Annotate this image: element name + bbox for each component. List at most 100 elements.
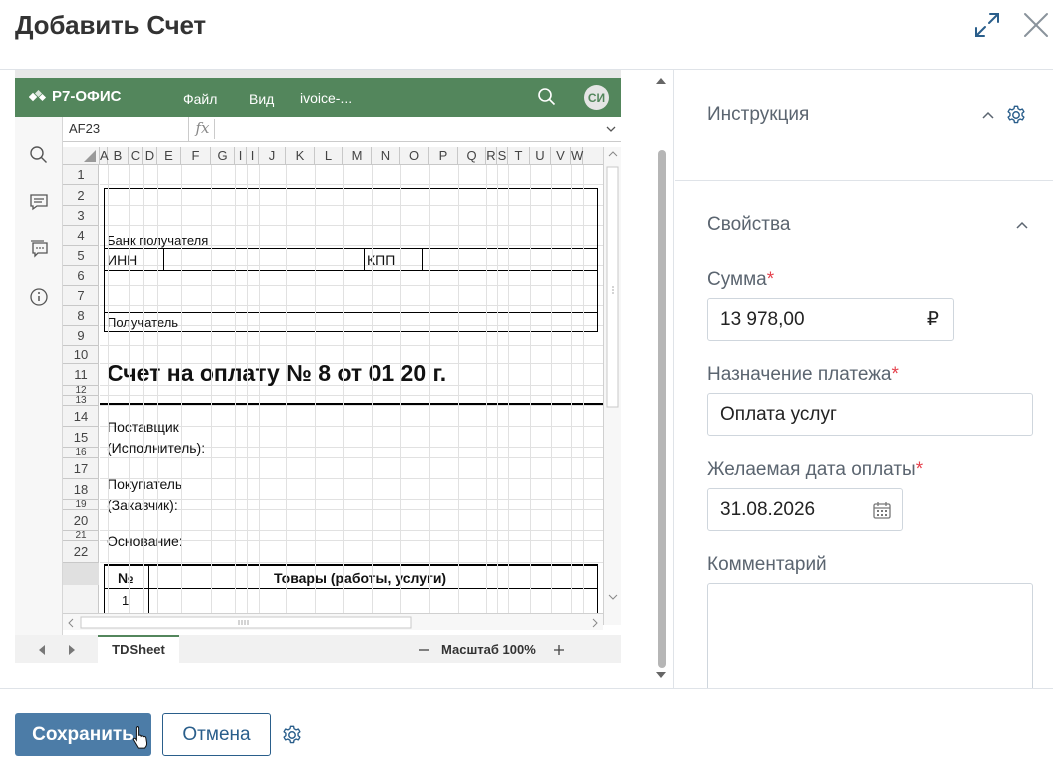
gear-icon[interactable]	[1005, 104, 1027, 126]
row-header[interactable]: 21	[63, 531, 99, 541]
row-header[interactable]: 3	[63, 206, 99, 226]
tab-next-icon[interactable]	[65, 643, 79, 657]
date-field[interactable]: 31.08.2026	[707, 488, 903, 531]
column-header[interactable]: A	[100, 147, 109, 165]
menu-view[interactable]: Вид	[249, 91, 274, 107]
column-header[interactable]: G	[211, 147, 235, 165]
column-header[interactable]: L	[315, 147, 343, 165]
row-headers: 1 2 3 4 5 6 7 8 9 10 11 12 13 14 15 16 17 18 19 20 21 22	[63, 165, 99, 625]
row-header[interactable]: 6	[63, 266, 99, 286]
cell-name-box[interactable]: AF23	[63, 117, 189, 141]
column-header[interactable]: U	[530, 147, 551, 165]
gear-icon[interactable]	[281, 724, 303, 746]
row-header[interactable]: 18	[63, 479, 99, 500]
row-header[interactable]: 20	[63, 510, 99, 531]
editor-toolbar: Р7-ОФИС Файл Вид ivoice-... СИ	[15, 78, 621, 117]
row-header[interactable]: 7	[63, 286, 99, 306]
zoom-in-icon[interactable]	[552, 643, 566, 657]
row-header[interactable]: 19	[63, 500, 99, 510]
chevron-down-icon[interactable]	[605, 122, 617, 134]
save-button[interactable]: Сохранить	[15, 713, 151, 756]
column-header[interactable]: F	[181, 147, 211, 165]
expand-icon[interactable]	[972, 10, 1002, 40]
column-header[interactable]: I	[247, 147, 259, 165]
column-header[interactable]: V	[551, 147, 571, 165]
row-header[interactable]: 5	[63, 246, 99, 266]
column-header[interactable]: D	[143, 147, 157, 165]
row-header[interactable]: 14	[63, 406, 99, 427]
column-header[interactable]: S	[497, 147, 508, 165]
scroll-up-icon[interactable]	[654, 74, 668, 86]
column-header[interactable]: I	[235, 147, 247, 165]
menu-file[interactable]: Файл	[183, 91, 217, 107]
column-header[interactable]: N	[372, 147, 400, 165]
tab-prev-icon[interactable]	[35, 643, 49, 657]
comment-textarea[interactable]	[707, 583, 1033, 688]
sheet-vertical-scrollbar[interactable]	[603, 147, 621, 625]
instruction-title[interactable]: Инструкция	[707, 104, 809, 126]
column-header[interactable]: P	[429, 147, 458, 165]
amount-value: 13 978,00	[720, 309, 805, 330]
column-header[interactable]: B	[108, 147, 129, 165]
column-header[interactable]: M	[343, 147, 372, 165]
function-icon[interactable]: fx	[191, 119, 215, 139]
chevron-up-icon[interactable]	[981, 108, 995, 122]
column-header[interactable]: K	[286, 147, 315, 165]
cancel-button[interactable]: Отмена	[162, 713, 271, 756]
select-all-corner[interactable]	[63, 147, 100, 165]
column-header[interactable]: R	[486, 147, 497, 165]
spreadsheet-grid[interactable]: ABCDEFGIIJKLMNOPQRSTUVW 1 2 3 4 5 6 7 8 9 10 11 12 1…	[63, 142, 621, 635]
search-icon[interactable]	[537, 87, 557, 107]
cell-grid[interactable]: Банк получателя ИНН КПП Получатель Счет …	[100, 165, 603, 625]
currency-symbol: ₽	[926, 309, 939, 330]
zoom-out-icon[interactable]	[417, 643, 431, 657]
comments-icon[interactable]	[29, 192, 49, 212]
column-header[interactable]: W	[571, 147, 583, 165]
row-header[interactable]: 10	[63, 346, 99, 364]
viewer-scrollbar[interactable]	[654, 74, 668, 684]
sheet-tabs-bar: TDSheet Масштаб 100%	[15, 635, 621, 663]
properties-title[interactable]: Свойства	[707, 214, 790, 236]
row-header[interactable]: 12	[63, 386, 99, 396]
scroll-down-icon[interactable]	[654, 670, 668, 682]
row-header[interactable]: 4	[63, 226, 99, 246]
chevron-up-icon[interactable]	[1015, 218, 1029, 232]
amount-field[interactable]: 13 978,00 ₽	[707, 298, 954, 341]
row-header[interactable]: 16	[63, 448, 99, 458]
row-header[interactable]: 13	[63, 396, 99, 406]
close-icon[interactable]	[1021, 10, 1051, 40]
zoom-level: Масштаб 100%	[441, 642, 536, 657]
row-header[interactable]: 15	[63, 427, 99, 448]
row-header[interactable]: 2	[63, 185, 99, 206]
row-header[interactable]: 1	[63, 165, 99, 185]
row-header[interactable]: 11	[63, 364, 99, 386]
editor-logo: Р7-ОФИС	[29, 88, 121, 105]
cell-inn: ИНН	[107, 252, 138, 268]
column-header[interactable]: J	[259, 147, 286, 165]
side-panel: Инструкция Свойства Сумма* 13 978,00 ₽ Н…	[675, 70, 1053, 688]
purpose-field[interactable]: Оплата услуг	[707, 393, 1033, 436]
chat-icon[interactable]	[29, 239, 49, 259]
scrollbar-thumb[interactable]	[658, 150, 666, 668]
amount-label: Сумма*	[707, 269, 775, 290]
table-col-number: №	[118, 570, 134, 586]
row-header[interactable]: 8	[63, 306, 99, 326]
column-header[interactable]: E	[157, 147, 181, 165]
column-header[interactable]: T	[508, 147, 530, 165]
row-header[interactable]: 9	[63, 326, 99, 346]
left-toolbar	[15, 117, 63, 635]
sheet-horizontal-scrollbar[interactable]	[63, 613, 603, 630]
cell-basis: Основание:	[107, 533, 183, 549]
sheet-tab-tdsheet[interactable]: TDSheet	[98, 635, 179, 663]
info-icon[interactable]	[29, 287, 49, 307]
column-header[interactable]: O	[400, 147, 429, 165]
row-header[interactable]: 22	[63, 541, 99, 563]
calendar-icon[interactable]	[872, 500, 892, 520]
column-header[interactable]: C	[129, 147, 143, 165]
search-icon[interactable]	[29, 145, 49, 165]
column-header[interactable]: Q	[458, 147, 486, 165]
table-col-goods: Товары (работы, услуги)	[274, 570, 447, 586]
brand-name: Р7-ОФИС	[52, 88, 122, 105]
avatar[interactable]: СИ	[584, 85, 609, 110]
row-header[interactable]: 17	[63, 458, 99, 479]
